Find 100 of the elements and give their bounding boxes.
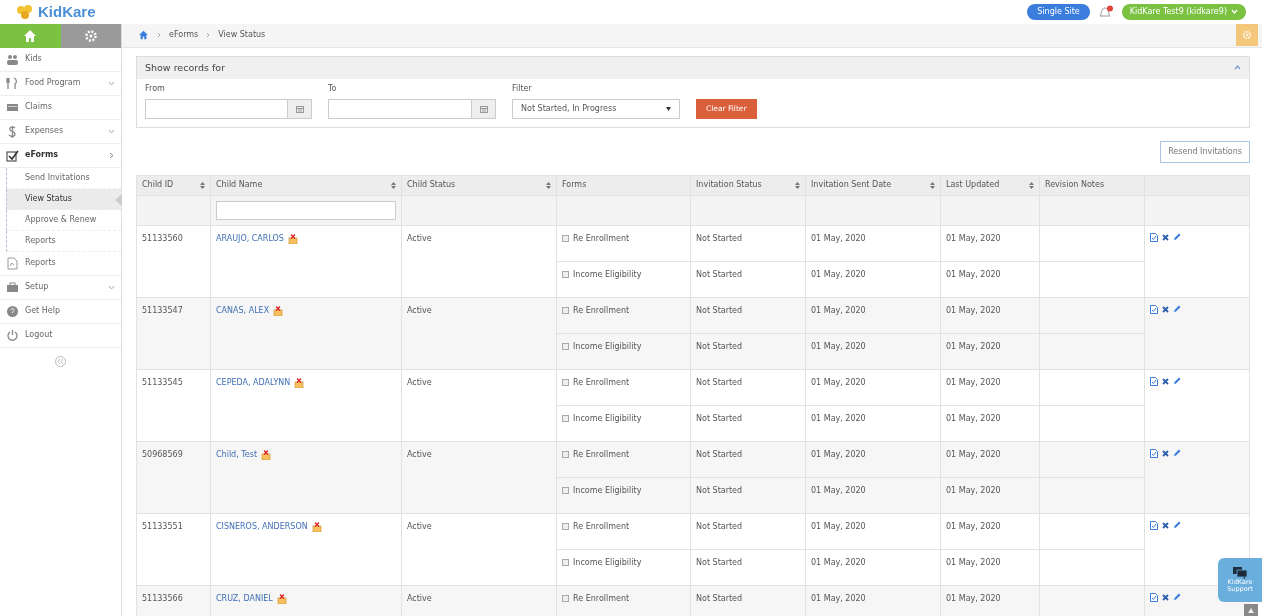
table-cell: Active (407, 233, 432, 243)
sort-icon (930, 181, 935, 189)
form-name: Income Eligibility (573, 484, 642, 497)
settings-icon (1242, 30, 1252, 41)
document-icon (1150, 376, 1158, 386)
settings-tab[interactable] (60, 23, 121, 48)
sidebar-subitem[interactable]: View Status (6, 188, 121, 210)
table-cell: 01 May, 2020 (811, 413, 866, 423)
checkbox[interactable] (562, 523, 569, 531)
envelope-error-icon (311, 521, 322, 532)
table-cell: 01 May, 2020 (811, 557, 866, 567)
chevron-down-icon (1231, 9, 1238, 15)
site-button[interactable]: Single Site (1027, 3, 1090, 20)
child-name-link[interactable]: CRUZ, DANIEL (216, 592, 273, 605)
pencil-icon (1173, 521, 1181, 530)
filter-select[interactable]: Not Started, In Progress (512, 98, 680, 119)
table-cell: Active (407, 593, 432, 603)
scroll-top-button[interactable] (1244, 604, 1258, 616)
table-cell: 01 May, 2020 (811, 593, 866, 603)
column-header[interactable]: Child Name (210, 175, 402, 196)
pencil-icon (1173, 377, 1181, 386)
breadcrumb-link[interactable]: eForms (169, 29, 199, 42)
sidebar-item[interactable]: Logout (0, 323, 121, 348)
notification-bell-icon (1097, 4, 1114, 19)
table-cell: 01 May, 2020 (811, 377, 866, 387)
checkbox[interactable] (562, 379, 569, 387)
table-cell: Active (407, 449, 432, 459)
table-cell: Not Started (696, 521, 743, 531)
pencil-icon (1173, 233, 1181, 242)
resend-invitations-button[interactable]: Resend Invitations (1160, 140, 1250, 163)
sidebar-item[interactable]: Claims (0, 95, 121, 120)
table-cell: Not Started (696, 449, 743, 459)
help-icon (6, 304, 19, 318)
checkbox[interactable] (562, 451, 569, 459)
settings-button[interactable] (1236, 24, 1258, 47)
date-field[interactable] (328, 98, 496, 119)
form-name: Re Enrollment (573, 304, 630, 317)
sidebar-item[interactable]: eForms (0, 143, 121, 168)
column-header[interactable]: Child Status (401, 175, 557, 196)
table-cell: 01 May, 2020 (811, 449, 866, 459)
child-name-link[interactable]: CISNEROS, ANDERSON (216, 520, 308, 533)
close-icon (1162, 377, 1169, 385)
table-cell: 01 May, 2020 (946, 521, 1001, 531)
table-cell: 01 May, 2020 (946, 233, 1001, 243)
child-name-link[interactable]: CEPEDA, ADALYNN (216, 376, 291, 389)
sidebar-subitem[interactable]: Approve & Renew (6, 209, 121, 231)
table-cell: 01 May, 2020 (946, 305, 1001, 315)
table-cell: 51133560 (142, 233, 183, 243)
column-header[interactable]: Invitation Sent Date (805, 175, 941, 196)
close-icon (1162, 449, 1169, 457)
form-name: Re Enrollment (573, 520, 630, 533)
table-cell: 01 May, 2020 (946, 449, 1001, 459)
envelope-error-icon (294, 377, 305, 388)
checkbox[interactable] (562, 559, 569, 567)
sidebar-subitem[interactable]: Reports (6, 230, 121, 252)
form-name: Re Enrollment (573, 232, 630, 245)
column-header[interactable]: Child ID (136, 175, 211, 196)
checkbox[interactable] (562, 235, 569, 243)
checkbox[interactable] (562, 307, 569, 315)
table-cell: 01 May, 2020 (811, 485, 866, 495)
child-name-link[interactable]: CANAS, ALEX (216, 304, 270, 317)
checkbox[interactable] (562, 487, 569, 495)
home-icon (138, 30, 149, 41)
form-name: Income Eligibility (573, 412, 642, 425)
table-cell: 01 May, 2020 (946, 341, 1001, 351)
sidebar-item[interactable]: Kids (0, 47, 121, 72)
table-cell: 51133547 (142, 305, 183, 315)
checkbox[interactable] (562, 415, 569, 423)
form-name: Re Enrollment (573, 448, 630, 461)
name-filter-field[interactable] (216, 200, 396, 220)
child-name-link[interactable]: ARAUJO, CARLOS (216, 232, 284, 245)
document-icon (1150, 232, 1158, 242)
home-tab[interactable] (0, 23, 61, 48)
child-name-link[interactable]: Child, Test (216, 448, 258, 461)
table-cell: Not Started (696, 377, 743, 387)
breadcrumb-current: View Status (218, 29, 266, 42)
field-label: From (145, 82, 166, 95)
table-cell: 01 May, 2020 (811, 521, 866, 531)
sidebar-item[interactable]: Setup (0, 275, 121, 300)
date-field[interactable] (145, 98, 312, 119)
checkbox[interactable] (562, 271, 569, 279)
field-label: To (328, 82, 338, 95)
sidebar-item[interactable]: Expenses (0, 119, 121, 144)
table-cell: 01 May, 2020 (946, 593, 1001, 603)
sidebar-item[interactable]: Food Program (0, 71, 121, 96)
dollar-icon (6, 124, 19, 138)
checkbox[interactable] (562, 343, 569, 351)
column-header[interactable]: Invitation Status (690, 175, 806, 196)
calendar-icon (479, 104, 488, 113)
document-icon (1150, 592, 1158, 602)
close-icon (1162, 593, 1169, 601)
sidebar-item[interactable]: Reports (0, 251, 121, 276)
chevron-down-icon (108, 79, 115, 87)
table-cell: 01 May, 2020 (946, 377, 1001, 387)
column-header[interactable]: Last Updated (940, 175, 1040, 196)
field-label: Filter (512, 82, 533, 95)
sidebar-subitem[interactable]: Send Invitations (6, 167, 121, 189)
sidebar-item[interactable]: Get Help (0, 299, 121, 324)
checkbox[interactable] (562, 595, 569, 603)
column-header: Forms (556, 175, 691, 196)
